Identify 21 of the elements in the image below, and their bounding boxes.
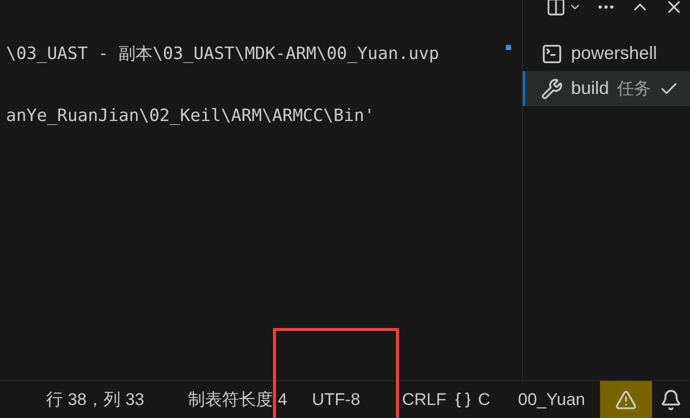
warning-icon: [615, 388, 637, 410]
bell-icon[interactable]: [660, 388, 682, 410]
terminal-tab[interactable]: powershell: [523, 36, 690, 71]
status-item[interactable]: 行 38，列 33: [46, 386, 144, 412]
status-item[interactable]: 00_Yuan: [518, 386, 586, 412]
language-mode[interactable]: C: [454, 386, 490, 412]
wrench-icon: [541, 78, 563, 100]
braces-icon: [454, 390, 472, 408]
split-icon[interactable]: [546, 0, 566, 17]
terminal-icon: [541, 42, 563, 64]
terminal-line: anYe_RuanJian\02_Keil\ARM\ARMCC\Bin': [6, 104, 374, 128]
terminal-line: \03_UAST - 副本\03_UAST\MDK-ARM\00_Yuan.uvp: [6, 43, 440, 66]
tab-description: 任务: [617, 78, 652, 100]
tab-label: powershell: [571, 42, 658, 65]
terminal-marker-icon: [506, 45, 511, 50]
status-item[interactable]: CRLF: [402, 386, 446, 412]
terminal-tab[interactable]: build 任务: [523, 71, 690, 106]
status-item[interactable]: 制表符长度 4: [188, 386, 288, 412]
tab-label: build: [571, 77, 610, 100]
warning-item[interactable]: [600, 380, 652, 418]
status-item[interactable]: UTF-8: [312, 386, 360, 412]
